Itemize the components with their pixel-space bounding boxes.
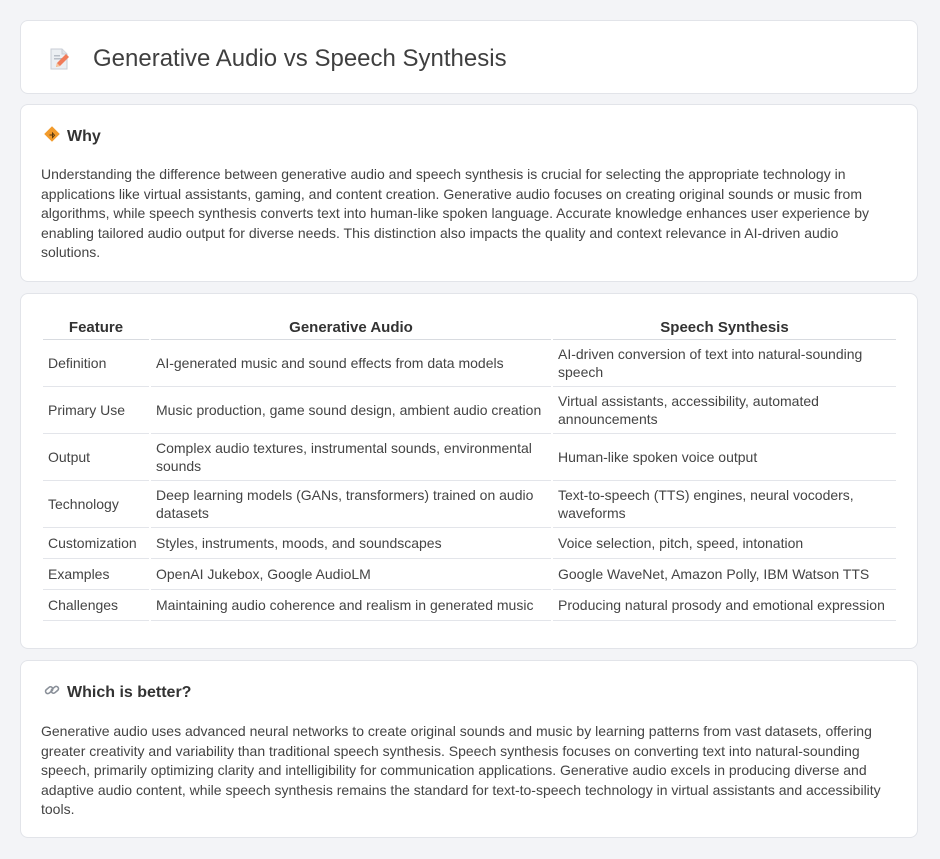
why-card: Why Understanding the difference between… (20, 104, 918, 282)
better-heading: Which is better? (67, 683, 192, 701)
generative-audio-cell: Deep learning models (GANs, transformers… (151, 481, 551, 528)
why-heading: Why (67, 127, 101, 145)
why-heading-row: Why (43, 125, 101, 148)
feature-cell: Customization (43, 528, 149, 559)
feature-cell: Examples (43, 559, 149, 590)
feature-cell: Technology (43, 481, 149, 528)
comparison-table: Feature Generative Audio Speech Synthesi… (41, 315, 898, 621)
generative-audio-cell: Maintaining audio coherence and realism … (151, 590, 551, 621)
feature-cell: Primary Use (43, 387, 149, 434)
speech-synthesis-cell: Google WaveNet, Amazon Polly, IBM Watson… (553, 559, 896, 590)
feature-cell: Definition (43, 340, 149, 387)
diamond-sign-icon (43, 125, 61, 148)
generative-audio-cell: AI-generated music and sound effects fro… (151, 340, 551, 387)
feature-cell: Output (43, 434, 149, 481)
generative-audio-cell: Styles, instruments, moods, and soundsca… (151, 528, 551, 559)
table-row: Primary Use Music production, game sound… (43, 387, 896, 434)
better-text: Generative audio uses advanced neural ne… (41, 723, 881, 817)
feature-cell: Challenges (43, 590, 149, 621)
table-row: Challenges Maintaining audio coherence a… (43, 590, 896, 621)
why-text: Understanding the difference between gen… (41, 166, 870, 260)
table-row: Definition AI-generated music and sound … (43, 340, 896, 387)
table-row: Output Complex audio textures, instrumen… (43, 434, 896, 481)
header-card: Generative Audio vs Speech Synthesis (20, 20, 918, 94)
column-header-speech-synthesis: Speech Synthesis (553, 315, 896, 340)
comparison-card: Feature Generative Audio Speech Synthesi… (20, 293, 918, 649)
generative-audio-cell: OpenAI Jukebox, Google AudioLM (151, 559, 551, 590)
document-edit-icon (47, 47, 71, 71)
better-heading-row: Which is better? (43, 681, 191, 704)
table-row: Customization Styles, instruments, moods… (43, 528, 896, 559)
speech-synthesis-cell: Human-like spoken voice output (553, 434, 896, 481)
generative-audio-cell: Complex audio textures, instrumental sou… (151, 434, 551, 481)
column-header-feature: Feature (43, 315, 149, 340)
table-row: Examples OpenAI Jukebox, Google AudioLM … (43, 559, 896, 590)
speech-synthesis-cell: Producing natural prosody and emotional … (553, 590, 896, 621)
column-header-generative-audio: Generative Audio (151, 315, 551, 340)
table-row: Technology Deep learning models (GANs, t… (43, 481, 896, 528)
speech-synthesis-cell: Virtual assistants, accessibility, autom… (553, 387, 896, 434)
speech-synthesis-cell: AI-driven conversion of text into natura… (553, 340, 896, 387)
speech-synthesis-cell: Text-to-speech (TTS) engines, neural voc… (553, 481, 896, 528)
page-title: Generative Audio vs Speech Synthesis (93, 45, 507, 72)
generative-audio-cell: Music production, game sound design, amb… (151, 387, 551, 434)
table-header-row: Feature Generative Audio Speech Synthesi… (43, 315, 896, 340)
which-is-better-card: Which is better? Generative audio uses a… (20, 660, 918, 838)
speech-synthesis-cell: Voice selection, pitch, speed, intonatio… (553, 528, 896, 559)
link-icon (43, 681, 61, 704)
